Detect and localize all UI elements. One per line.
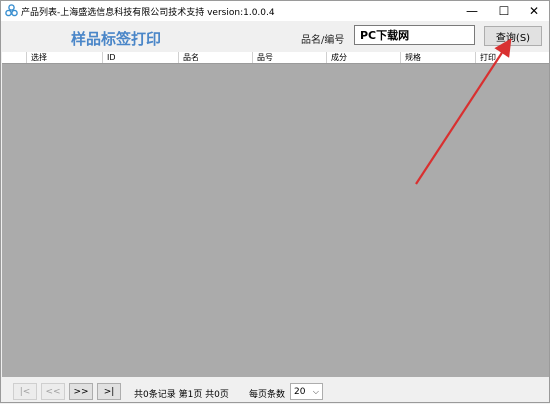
- record-count-text: 共0条记录 第1页 共0页: [134, 390, 229, 400]
- page-size-select[interactable]: 20 ⌵: [290, 383, 323, 400]
- first-page-button[interactable]: |<: [13, 383, 37, 400]
- column-header-print[interactable]: 打印: [475, 52, 549, 63]
- search-field-label: 品名/编号: [301, 35, 345, 46]
- title-bar[interactable]: 产品列表-上海盛选信息科技有限公司技术支持 version:1.0.0.4 — …: [1, 1, 549, 21]
- maximize-button[interactable]: ☐: [488, 1, 520, 21]
- column-header-id[interactable]: ID: [102, 52, 178, 63]
- column-header-code[interactable]: 品号: [252, 52, 326, 63]
- column-header-composition[interactable]: 成分: [326, 52, 400, 63]
- minimize-button[interactable]: —: [456, 1, 488, 21]
- query-button[interactable]: 查询(S): [484, 26, 542, 46]
- row-header-cell: [2, 52, 26, 63]
- next-page-button[interactable]: >>: [69, 383, 93, 400]
- grid-header: 选择 ID 品名 品号 成分 规格 打印: [2, 52, 549, 64]
- app-logo-icon: [5, 4, 18, 17]
- search-input[interactable]: [354, 25, 475, 45]
- chevron-down-icon: ⌵: [312, 387, 319, 396]
- column-header-select[interactable]: 选择: [26, 52, 102, 63]
- window-title: 产品列表-上海盛选信息科技有限公司技术支持 version:1.0.0.4: [21, 8, 275, 18]
- main-window: 产品列表-上海盛选信息科技有限公司技术支持 version:1.0.0.4 — …: [0, 0, 550, 403]
- page-size-value: 20: [294, 386, 306, 397]
- column-header-spec[interactable]: 规格: [400, 52, 475, 63]
- page-size-label: 每页条数: [249, 390, 286, 400]
- product-grid[interactable]: 选择 ID 品名 品号 成分 规格 打印: [2, 52, 549, 377]
- pager: |< << >> >| 共0条记录 第1页 共0页 每页条数 20 ⌵: [1, 377, 549, 403]
- page-title: 样品标签打印: [71, 30, 162, 48]
- column-header-name[interactable]: 品名: [178, 52, 252, 63]
- prev-page-button[interactable]: <<: [41, 383, 65, 400]
- last-page-button[interactable]: >|: [97, 383, 121, 400]
- close-button[interactable]: ✕: [518, 1, 550, 21]
